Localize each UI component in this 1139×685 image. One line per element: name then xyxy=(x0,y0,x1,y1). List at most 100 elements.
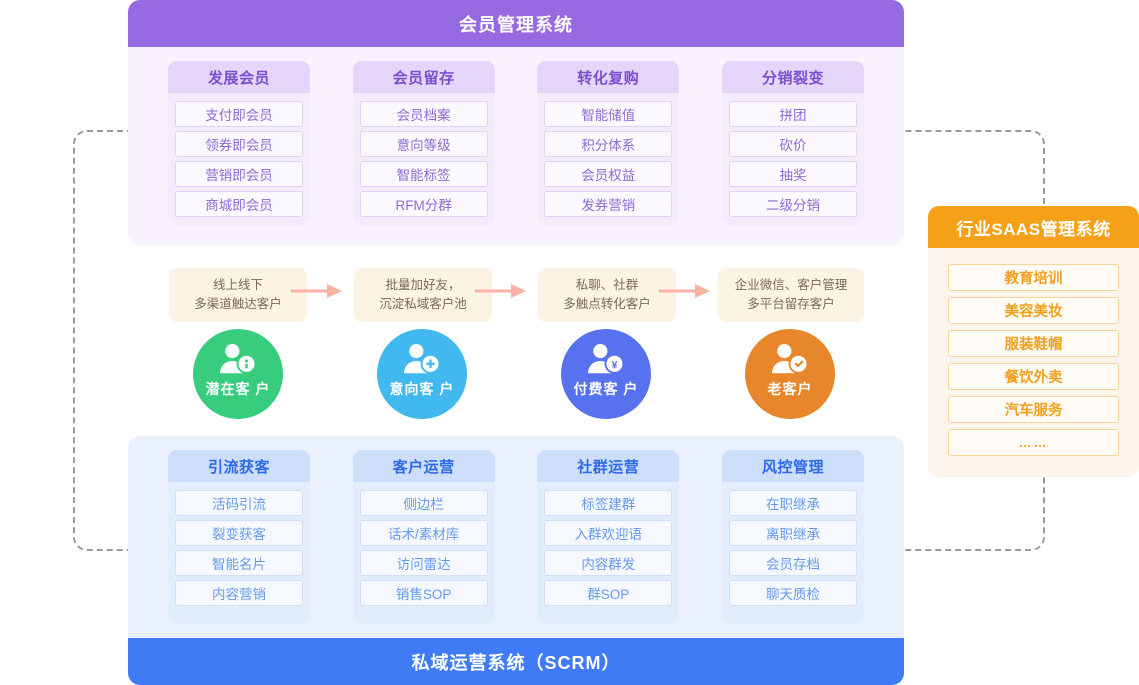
column-title: 客户运营 xyxy=(352,450,495,482)
column-conversion-repurchase: 转化复购 智能储值 积分体系 会员权益 发券营销 xyxy=(537,61,680,225)
flow-node-potential-customer[interactable]: 潜在客 户 xyxy=(193,329,283,419)
column-title: 发展会员 xyxy=(168,61,310,93)
column-item[interactable]: 领券即会员 xyxy=(175,131,303,157)
column-item[interactable]: RFM分群 xyxy=(359,191,488,217)
column-title: 分销裂变 xyxy=(721,61,864,93)
column-title: 引流获客 xyxy=(168,450,310,482)
column-item[interactable]: 商城即会员 xyxy=(175,191,303,217)
node-circle[interactable]: 潜在客 户 xyxy=(193,329,283,419)
callout-line-2: 多渠道触达客户 xyxy=(194,297,282,311)
callout-line-2: 多触点转化客户 xyxy=(563,297,651,311)
column-item-list: 在职继承 离职继承 会员存档 聊天质检 xyxy=(722,482,864,614)
column-member-retention: 会员留存 会员档案 意向等级 智能标签 RFM分群 xyxy=(352,61,495,225)
column-item[interactable]: 会员档案 xyxy=(359,101,488,127)
callout-line-1: 批量加好友， xyxy=(385,277,461,292)
column-item-list: 活码引流 裂变获客 智能名片 内容营销 xyxy=(168,482,310,614)
node-label: 意向客 户 xyxy=(389,381,455,397)
person-add-icon xyxy=(404,343,441,374)
industry-saas-panel-title: 行业SAAS管理系统 xyxy=(928,206,1139,248)
industry-item-education[interactable]: 教育培训 xyxy=(948,264,1119,291)
arrow-right-icon xyxy=(659,284,710,298)
column-title: 风控管理 xyxy=(721,450,864,482)
member-management-panel-title: 会员管理系统 xyxy=(128,0,904,47)
callout-intent: 批量加好友， 沉淀私域客户池 xyxy=(354,268,492,322)
column-item[interactable]: 入群欢迎语 xyxy=(544,520,673,546)
scrm-panel: 引流获客 活码引流 裂变获客 智能名片 内容营销 客户运营 侧边栏 话术/素材库… xyxy=(128,436,904,685)
column-item-list: 支付即会员 领券即会员 营销即会员 商城即会员 xyxy=(168,93,310,225)
arrow-right-icon xyxy=(291,284,342,298)
column-item[interactable]: 智能储值 xyxy=(544,101,673,127)
node-circle[interactable]: 意向客 户 xyxy=(377,329,467,419)
column-item[interactable]: 发券营销 xyxy=(544,191,673,217)
column-item[interactable]: 在职继承 xyxy=(728,490,857,516)
column-item[interactable]: 智能名片 xyxy=(175,550,303,576)
scrm-panel-title: 私域运营系统（SCRM） xyxy=(128,638,904,685)
industry-saas-panel: 行业SAAS管理系统 教育培训 美容美妆 服装鞋帽 餐饮外卖 汽车服务 …… xyxy=(928,206,1139,477)
person-check-icon xyxy=(772,343,809,374)
node-label: 付费客 户 xyxy=(573,381,639,397)
column-item[interactable]: 聊天质检 xyxy=(728,580,857,606)
column-item-list: 拼团 砍价 抽奖 二级分销 xyxy=(722,93,864,225)
node-circle[interactable]: ¥ 付费客 户 xyxy=(561,329,651,419)
person-yuan-icon: ¥ xyxy=(588,343,625,374)
callout-potential: 线上线下 多渠道触达客户 xyxy=(169,268,307,322)
column-customer-operation: 客户运营 侧边栏 话术/素材库 访问雷达 销售SOP xyxy=(352,450,495,624)
column-item[interactable]: 拼团 xyxy=(728,101,857,127)
column-item[interactable]: 销售SOP xyxy=(359,580,488,606)
node-circle[interactable]: 老客户 xyxy=(745,329,835,419)
node-label: 老客户 xyxy=(767,381,813,397)
industry-item-beauty[interactable]: 美容美妆 xyxy=(948,297,1119,324)
flow-node-loyal-customer[interactable]: 老客户 xyxy=(745,329,835,419)
column-item[interactable]: 侧边栏 xyxy=(359,490,488,516)
column-item-list: 侧边栏 话术/素材库 访问雷达 销售SOP xyxy=(353,482,495,614)
column-item[interactable]: 意向等级 xyxy=(359,131,488,157)
person-info-icon xyxy=(220,343,257,374)
column-item-list: 智能储值 积分体系 会员权益 发券营销 xyxy=(537,93,679,225)
callout-paid: 私聊、社群 多触点转化客户 xyxy=(538,268,676,322)
column-develop-members: 发展会员 支付即会员 领券即会员 营销即会员 商城即会员 xyxy=(168,61,310,225)
svg-text:¥: ¥ xyxy=(611,360,617,372)
column-item[interactable]: 内容群发 xyxy=(544,550,673,576)
callout-line-2: 沉淀私域客户池 xyxy=(379,297,467,311)
column-community-operation: 社群运营 标签建群 入群欢迎语 内容群发 群SOP xyxy=(537,450,680,624)
member-management-columns: 发展会员 支付即会员 领券即会员 营销即会员 商城即会员 会员留存 会员档案 意… xyxy=(128,47,904,243)
customer-journey-flow: 线上线下 多渠道触达客户 批量加好友， 沉淀私域客户池 私聊、社群 多触点转化客… xyxy=(128,245,904,436)
callout-line-1: 线上线下 xyxy=(212,277,263,292)
callout-loyal: 企业微信、客户管理 多平台留存客户 xyxy=(718,268,864,322)
scrm-columns: 引流获客 活码引流 裂变获客 智能名片 内容营销 客户运营 侧边栏 话术/素材库… xyxy=(128,436,904,638)
column-item[interactable]: 会员存档 xyxy=(728,550,857,576)
industry-saas-item-list: 教育培训 美容美妆 服装鞋帽 餐饮外卖 汽车服务 …… xyxy=(928,248,1139,466)
column-item[interactable]: 抽奖 xyxy=(728,161,857,187)
column-item[interactable]: 二级分销 xyxy=(728,191,857,217)
column-item[interactable]: 离职继承 xyxy=(728,520,857,546)
callout-line-1: 私聊、社群 xyxy=(575,277,639,292)
column-item-list: 会员档案 意向等级 智能标签 RFM分群 xyxy=(353,93,495,225)
industry-item-apparel[interactable]: 服装鞋帽 xyxy=(948,330,1119,357)
column-item[interactable]: 裂变获客 xyxy=(175,520,303,546)
column-item[interactable]: 智能标签 xyxy=(359,161,488,187)
arrow-right-icon xyxy=(475,284,526,298)
column-traffic-acquisition: 引流获客 活码引流 裂变获客 智能名片 内容营销 xyxy=(168,450,310,624)
column-item[interactable]: 群SOP xyxy=(544,580,673,606)
column-item[interactable]: 内容营销 xyxy=(175,580,303,606)
column-title: 社群运营 xyxy=(537,450,680,482)
column-item[interactable]: 营销即会员 xyxy=(175,161,303,187)
industry-item-automotive[interactable]: 汽车服务 xyxy=(948,396,1119,423)
member-management-panel: 会员管理系统 发展会员 支付即会员 领券即会员 营销即会员 商城即会员 会员留存… xyxy=(128,0,904,245)
column-item[interactable]: 积分体系 xyxy=(544,131,673,157)
column-item[interactable]: 访问雷达 xyxy=(359,550,488,576)
node-label: 潜在客 户 xyxy=(205,381,271,397)
column-title: 会员留存 xyxy=(352,61,495,93)
column-title: 转化复购 xyxy=(537,61,680,93)
flow-node-intent-customer[interactable]: 意向客 户 xyxy=(377,329,467,419)
column-item[interactable]: 砍价 xyxy=(728,131,857,157)
column-item[interactable]: 会员权益 xyxy=(544,161,673,187)
industry-item-catering[interactable]: 餐饮外卖 xyxy=(948,363,1119,390)
flow-node-paid-customer[interactable]: ¥ 付费客 户 xyxy=(561,329,651,419)
column-item[interactable]: 标签建群 xyxy=(544,490,673,516)
column-item[interactable]: 支付即会员 xyxy=(175,101,303,127)
column-item[interactable]: 话术/素材库 xyxy=(359,520,488,546)
column-item-list: 标签建群 入群欢迎语 内容群发 群SOP xyxy=(537,482,679,614)
industry-item-more[interactable]: …… xyxy=(948,429,1119,456)
column-item[interactable]: 活码引流 xyxy=(175,490,303,516)
